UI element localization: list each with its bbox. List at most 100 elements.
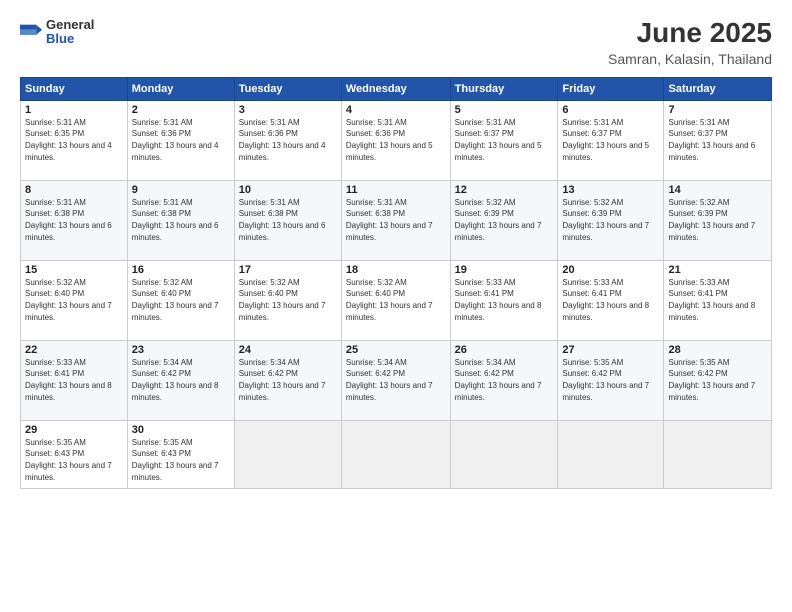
day-info: Sunrise: 5:33 AMSunset: 6:41 PMDaylight:… xyxy=(668,277,767,323)
day-info: Sunrise: 5:31 AMSunset: 6:36 PMDaylight:… xyxy=(239,117,337,163)
day-number: 27 xyxy=(562,344,659,356)
day-number: 20 xyxy=(562,264,659,276)
day-info: Sunrise: 5:31 AMSunset: 6:38 PMDaylight:… xyxy=(132,197,230,243)
table-row: 30 Sunrise: 5:35 AMSunset: 6:43 PMDaylig… xyxy=(127,420,234,488)
day-number: 21 xyxy=(668,264,767,276)
table-row: 5 Sunrise: 5:31 AMSunset: 6:37 PMDayligh… xyxy=(450,100,558,180)
table-row: 28 Sunrise: 5:35 AMSunset: 6:42 PMDaylig… xyxy=(664,340,772,420)
title-area: June 2025 Samran, Kalasin, Thailand xyxy=(608,18,772,67)
table-row: 14 Sunrise: 5:32 AMSunset: 6:39 PMDaylig… xyxy=(664,180,772,260)
table-row: 24 Sunrise: 5:34 AMSunset: 6:42 PMDaylig… xyxy=(234,340,341,420)
logo: General Blue xyxy=(20,18,94,47)
day-number: 5 xyxy=(455,104,554,116)
day-info: Sunrise: 5:35 AMSunset: 6:42 PMDaylight:… xyxy=(668,357,767,403)
table-row xyxy=(234,420,341,488)
day-number: 14 xyxy=(668,184,767,196)
day-info: Sunrise: 5:31 AMSunset: 6:38 PMDaylight:… xyxy=(346,197,446,243)
table-row: 11 Sunrise: 5:31 AMSunset: 6:38 PMDaylig… xyxy=(341,180,450,260)
table-row: 17 Sunrise: 5:32 AMSunset: 6:40 PMDaylig… xyxy=(234,260,341,340)
day-info: Sunrise: 5:31 AMSunset: 6:36 PMDaylight:… xyxy=(346,117,446,163)
table-row: 25 Sunrise: 5:34 AMSunset: 6:42 PMDaylig… xyxy=(341,340,450,420)
day-info: Sunrise: 5:32 AMSunset: 6:40 PMDaylight:… xyxy=(25,277,123,323)
day-number: 18 xyxy=(346,264,446,276)
table-row: 4 Sunrise: 5:31 AMSunset: 6:36 PMDayligh… xyxy=(341,100,450,180)
day-number: 9 xyxy=(132,184,230,196)
table-row: 21 Sunrise: 5:33 AMSunset: 6:41 PMDaylig… xyxy=(664,260,772,340)
day-info: Sunrise: 5:31 AMSunset: 6:36 PMDaylight:… xyxy=(132,117,230,163)
day-number: 17 xyxy=(239,264,337,276)
calendar-table: Sunday Monday Tuesday Wednesday Thursday… xyxy=(20,77,772,489)
col-monday: Monday xyxy=(127,77,234,100)
table-row: 23 Sunrise: 5:34 AMSunset: 6:42 PMDaylig… xyxy=(127,340,234,420)
table-row: 3 Sunrise: 5:31 AMSunset: 6:36 PMDayligh… xyxy=(234,100,341,180)
day-number: 25 xyxy=(346,344,446,356)
table-row: 8 Sunrise: 5:31 AMSunset: 6:38 PMDayligh… xyxy=(21,180,128,260)
day-number: 11 xyxy=(346,184,446,196)
table-row: 26 Sunrise: 5:34 AMSunset: 6:42 PMDaylig… xyxy=(450,340,558,420)
day-number: 8 xyxy=(25,184,123,196)
table-row: 18 Sunrise: 5:32 AMSunset: 6:40 PMDaylig… xyxy=(341,260,450,340)
day-info: Sunrise: 5:31 AMSunset: 6:37 PMDaylight:… xyxy=(562,117,659,163)
day-number: 2 xyxy=(132,104,230,116)
day-info: Sunrise: 5:32 AMSunset: 6:39 PMDaylight:… xyxy=(562,197,659,243)
logo-general: General xyxy=(46,18,94,32)
table-row: 9 Sunrise: 5:31 AMSunset: 6:38 PMDayligh… xyxy=(127,180,234,260)
day-number: 19 xyxy=(455,264,554,276)
col-saturday: Saturday xyxy=(664,77,772,100)
col-sunday: Sunday xyxy=(21,77,128,100)
day-info: Sunrise: 5:33 AMSunset: 6:41 PMDaylight:… xyxy=(25,357,123,403)
day-info: Sunrise: 5:35 AMSunset: 6:43 PMDaylight:… xyxy=(25,437,123,483)
day-info: Sunrise: 5:31 AMSunset: 6:37 PMDaylight:… xyxy=(455,117,554,163)
table-row xyxy=(664,420,772,488)
day-info: Sunrise: 5:33 AMSunset: 6:41 PMDaylight:… xyxy=(562,277,659,323)
day-info: Sunrise: 5:32 AMSunset: 6:40 PMDaylight:… xyxy=(132,277,230,323)
day-number: 24 xyxy=(239,344,337,356)
table-row: 10 Sunrise: 5:31 AMSunset: 6:38 PMDaylig… xyxy=(234,180,341,260)
logo-blue: Blue xyxy=(46,32,94,46)
table-row: 2 Sunrise: 5:31 AMSunset: 6:36 PMDayligh… xyxy=(127,100,234,180)
header-area: General Blue June 2025 Samran, Kalasin, … xyxy=(20,18,772,67)
day-number: 6 xyxy=(562,104,659,116)
day-number: 28 xyxy=(668,344,767,356)
table-row xyxy=(341,420,450,488)
table-row: 1 Sunrise: 5:31 AMSunset: 6:35 PMDayligh… xyxy=(21,100,128,180)
day-number: 10 xyxy=(239,184,337,196)
day-number: 12 xyxy=(455,184,554,196)
day-number: 22 xyxy=(25,344,123,356)
table-row: 13 Sunrise: 5:32 AMSunset: 6:39 PMDaylig… xyxy=(558,180,664,260)
day-number: 4 xyxy=(346,104,446,116)
table-row: 12 Sunrise: 5:32 AMSunset: 6:39 PMDaylig… xyxy=(450,180,558,260)
day-info: Sunrise: 5:34 AMSunset: 6:42 PMDaylight:… xyxy=(455,357,554,403)
day-number: 29 xyxy=(25,424,123,436)
day-info: Sunrise: 5:32 AMSunset: 6:40 PMDaylight:… xyxy=(346,277,446,323)
col-thursday: Thursday xyxy=(450,77,558,100)
day-number: 26 xyxy=(455,344,554,356)
day-number: 1 xyxy=(25,104,123,116)
table-row: 27 Sunrise: 5:35 AMSunset: 6:42 PMDaylig… xyxy=(558,340,664,420)
day-info: Sunrise: 5:35 AMSunset: 6:42 PMDaylight:… xyxy=(562,357,659,403)
day-info: Sunrise: 5:32 AMSunset: 6:39 PMDaylight:… xyxy=(455,197,554,243)
table-row: 29 Sunrise: 5:35 AMSunset: 6:43 PMDaylig… xyxy=(21,420,128,488)
day-info: Sunrise: 5:31 AMSunset: 6:38 PMDaylight:… xyxy=(239,197,337,243)
table-row xyxy=(558,420,664,488)
day-number: 15 xyxy=(25,264,123,276)
table-row: 19 Sunrise: 5:33 AMSunset: 6:41 PMDaylig… xyxy=(450,260,558,340)
table-row: 15 Sunrise: 5:32 AMSunset: 6:40 PMDaylig… xyxy=(21,260,128,340)
main-title: June 2025 xyxy=(608,18,772,49)
day-info: Sunrise: 5:34 AMSunset: 6:42 PMDaylight:… xyxy=(239,357,337,403)
table-row xyxy=(450,420,558,488)
col-friday: Friday xyxy=(558,77,664,100)
day-number: 3 xyxy=(239,104,337,116)
calendar-header-row: Sunday Monday Tuesday Wednesday Thursday… xyxy=(21,77,772,100)
col-wednesday: Wednesday xyxy=(341,77,450,100)
day-number: 30 xyxy=(132,424,230,436)
table-row: 7 Sunrise: 5:31 AMSunset: 6:37 PMDayligh… xyxy=(664,100,772,180)
table-row: 22 Sunrise: 5:33 AMSunset: 6:41 PMDaylig… xyxy=(21,340,128,420)
day-info: Sunrise: 5:31 AMSunset: 6:37 PMDaylight:… xyxy=(668,117,767,163)
table-row: 20 Sunrise: 5:33 AMSunset: 6:41 PMDaylig… xyxy=(558,260,664,340)
day-info: Sunrise: 5:35 AMSunset: 6:43 PMDaylight:… xyxy=(132,437,230,483)
col-tuesday: Tuesday xyxy=(234,77,341,100)
day-info: Sunrise: 5:31 AMSunset: 6:38 PMDaylight:… xyxy=(25,197,123,243)
day-info: Sunrise: 5:32 AMSunset: 6:40 PMDaylight:… xyxy=(239,277,337,323)
day-info: Sunrise: 5:32 AMSunset: 6:39 PMDaylight:… xyxy=(668,197,767,243)
